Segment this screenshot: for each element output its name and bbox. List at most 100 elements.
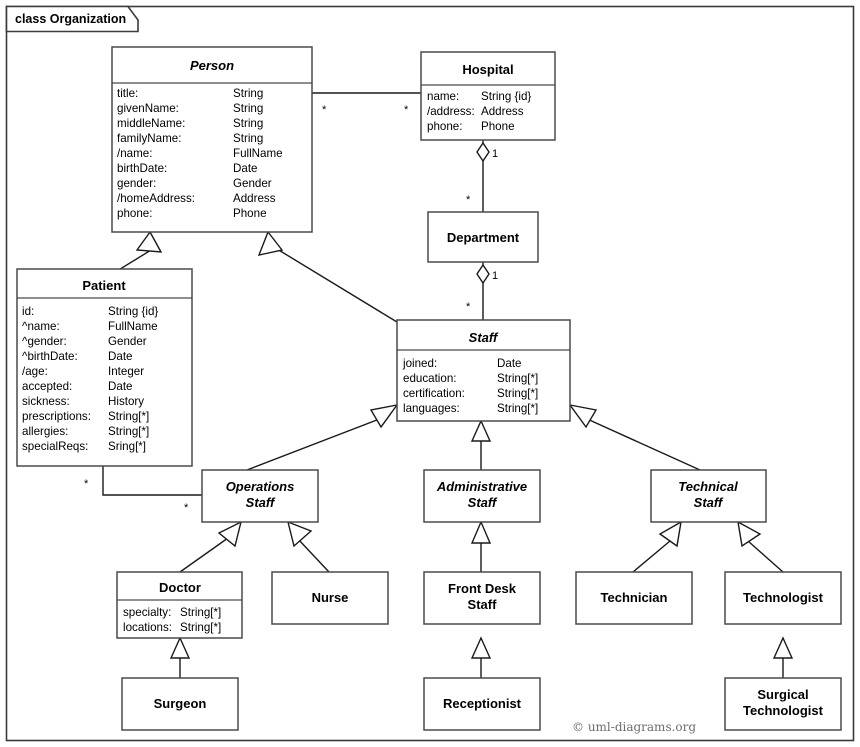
class-surgeon-name: Surgeon (154, 696, 207, 711)
generalization-arrow-technical-staff (568, 403, 598, 429)
attr-type: String (233, 102, 263, 115)
class-receptionist[interactable]: Receptionist (423, 677, 541, 731)
generalization-arrow-patient-person (135, 230, 163, 253)
class-technical-staff[interactable]: Technical Staff (650, 469, 767, 523)
attr-type: String[*] (180, 621, 221, 634)
generalization-arrow-technician-technical (658, 520, 682, 548)
attr-name: joined: (402, 357, 437, 370)
attr-type: History (108, 395, 144, 408)
generalization-technician-technical (632, 540, 671, 573)
attr-type: Gender (233, 177, 272, 190)
attr-type: String[*] (497, 372, 538, 385)
attr-type: String[*] (108, 425, 149, 438)
class-front-desk-staff-name-line1: Front Desk (448, 581, 517, 596)
attr-name: id: (22, 305, 34, 318)
class-department[interactable]: Department (427, 211, 539, 263)
generalization-doctor-operations (179, 537, 229, 573)
multiplicity-patient-end: * (84, 478, 89, 490)
class-hospital[interactable]: Hospital name: String {id} /address: Add… (420, 51, 556, 141)
class-person[interactable]: Person title: String givenName: String m… (111, 46, 313, 233)
attr-name: phone: (427, 120, 462, 133)
uml-class-diagram: class Organization * * 1 * 1 * * * Perso… (0, 0, 860, 747)
frame-label: class Organization (15, 12, 126, 26)
generalization-arrow-nurse-operations (286, 520, 313, 548)
attr-name: gender: (117, 177, 156, 190)
multiplicity-department-staff-star: * (466, 301, 471, 313)
attr-type: Phone (233, 207, 267, 220)
multiplicity-department-staff-1: 1 (492, 270, 498, 282)
class-staff[interactable]: Staff joined: Date education: String[*] … (396, 319, 571, 422)
class-person-name: Person (190, 58, 234, 73)
generalization-nurse-operations (297, 538, 330, 573)
attr-name: allergies: (22, 425, 68, 438)
class-administrative-staff[interactable]: Administrative Staff (423, 469, 541, 523)
class-patient-name: Patient (82, 278, 126, 293)
class-nurse[interactable]: Nurse (271, 571, 389, 625)
generalization-technologist-technical (747, 540, 784, 573)
attr-type: Integer (108, 365, 144, 378)
attr-name: certification: (403, 387, 465, 400)
attr-name: prescriptions: (22, 410, 91, 423)
diagram-canvas: class Organization * * 1 * 1 * * * Perso… (5, 5, 855, 742)
class-technical-staff-name-line2: Staff (694, 495, 724, 510)
attr-name: specialty: (123, 606, 171, 619)
attr-name: title: (117, 87, 138, 100)
class-operations-staff-name-line2: Staff (246, 495, 276, 510)
generalization-arrow-operations-staff (369, 403, 399, 429)
class-administrative-staff-name-line2: Staff (468, 495, 498, 510)
class-front-desk-staff[interactable]: Front Desk Staff (423, 571, 541, 625)
attr-type: FullName (233, 147, 283, 160)
class-patient[interactable]: Patient id: String {id} ^name: FullName … (16, 268, 193, 467)
attr-name: phone: (117, 207, 152, 220)
class-hospital-name: Hospital (462, 62, 513, 77)
class-doctor[interactable]: Doctor specialty: String[*] locations: S… (116, 571, 243, 639)
attr-name: ^birthDate: (22, 350, 78, 363)
attr-name: sickness: (22, 395, 70, 408)
class-surgeon[interactable]: Surgeon (121, 677, 239, 731)
generalization-arrow-administrative-staff (470, 419, 492, 442)
class-technician-name: Technician (601, 590, 668, 605)
class-operations-staff-name-line1: Operations (226, 479, 295, 494)
attr-type: Date (497, 357, 522, 370)
attr-name: specialReqs: (22, 440, 88, 453)
multiplicity-hospital-department-star: * (466, 194, 471, 206)
attr-type: Address (233, 192, 276, 205)
aggregation-diamond-department (476, 263, 490, 285)
attr-type: FullName (108, 320, 158, 333)
multiplicity-hospital-end: * (404, 104, 409, 116)
class-technologist[interactable]: Technologist (724, 571, 842, 625)
attr-type: Gender (108, 335, 147, 348)
class-technical-staff-name-line1: Technical (678, 479, 738, 494)
class-receptionist-name: Receptionist (443, 696, 522, 711)
attr-name: ^name: (22, 320, 60, 333)
generalization-operations-staff (246, 417, 383, 471)
attr-type: String (233, 87, 263, 100)
attr-name: locations: (123, 621, 172, 634)
class-surgical-technologist-name-line2: Technologist (743, 703, 824, 718)
copyright-notice: © uml-diagrams.org (572, 720, 696, 734)
multiplicity-hospital-department-1: 1 (492, 148, 498, 160)
attr-name: ^gender: (22, 335, 67, 348)
generalization-arrow-surgical-technologist (772, 636, 794, 659)
attr-type: Date (108, 380, 133, 393)
attr-name: familyName: (117, 132, 181, 145)
class-technologist-name: Technologist (743, 590, 824, 605)
attr-name: givenName: (117, 102, 179, 115)
class-technician[interactable]: Technician (575, 571, 693, 625)
attr-type: Phone (481, 120, 515, 133)
attr-type: Date (108, 350, 133, 363)
attr-type: String {id} (108, 305, 158, 318)
generalization-arrow-surgeon-doctor (169, 636, 191, 659)
class-surgical-technologist[interactable]: Surgical Technologist (724, 677, 842, 731)
generalization-arrow-receptionist-frontdesk (470, 636, 492, 659)
aggregation-diamond-hospital (476, 141, 490, 163)
multiplicity-operations-staff-end: * (184, 502, 189, 514)
attr-name: birthDate: (117, 162, 167, 175)
attr-name: /address: (427, 105, 475, 118)
generalization-technical-staff (584, 417, 701, 471)
generalization-arrow-staff-person (257, 230, 284, 256)
multiplicity-person-end: * (322, 104, 327, 116)
class-operations-staff[interactable]: Operations Staff (201, 469, 319, 523)
class-administrative-staff-name-line1: Administrative (436, 479, 527, 494)
class-doctor-name: Doctor (159, 580, 201, 595)
